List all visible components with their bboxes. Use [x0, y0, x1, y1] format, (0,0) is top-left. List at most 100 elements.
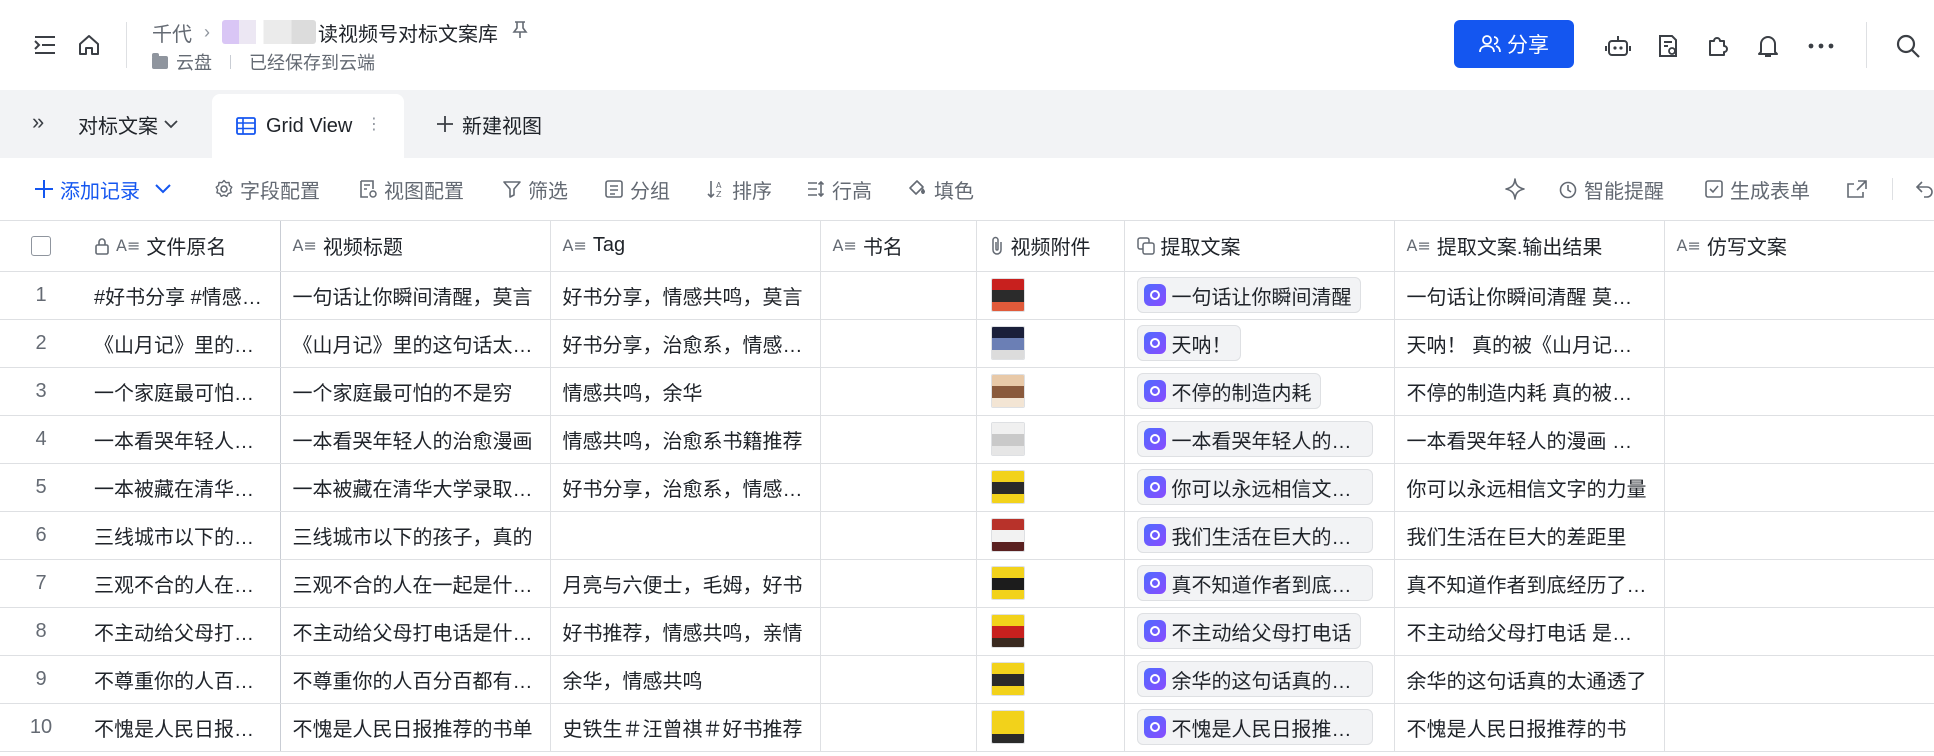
cell-video-title[interactable]: 不主动给父母打电话是什么心理: [280, 607, 551, 656]
cell-file-name[interactable]: 一本被藏在清华大学录取书单: [82, 463, 281, 512]
ai-output-chip[interactable]: 真不知道作者到底经历了什么: [1136, 565, 1373, 601]
cell-attachment[interactable]: [976, 655, 1125, 704]
field-config-button[interactable]: 字段配置: [214, 176, 320, 203]
add-record-button[interactable]: 添加记录: [34, 176, 172, 203]
cell-attachment[interactable]: [976, 463, 1125, 512]
cell-extract-result[interactable]: 一本看哭年轻人的漫画 治愈: [1394, 415, 1665, 464]
video-thumbnail[interactable]: [990, 326, 1025, 360]
chevron-down-icon[interactable]: [154, 183, 172, 195]
cell-tag[interactable]: 好书推荐，情感共鸣，亲情: [550, 607, 821, 656]
table-row[interactable]: 8 不主动给父母打电话 不主动给父母打电话是什么心理 好书推荐，情感共鸣，亲情 不主动给…: [0, 607, 1934, 656]
cell-extract-result[interactable]: 余华的这句话真的太通透了: [1394, 655, 1665, 704]
cell-extract[interactable]: 不愧是人民日报推荐的: [1124, 703, 1395, 752]
filter-button[interactable]: 筛选: [502, 176, 568, 203]
cell-rewrite[interactable]: [1664, 367, 1934, 416]
cell-file-name[interactable]: 不尊重你的人百分百都: [82, 655, 281, 704]
cell-rewrite[interactable]: [1664, 415, 1934, 464]
smart-reminder-button[interactable]: 智能提醒: [1558, 176, 1664, 203]
plugin-icon[interactable]: [1704, 32, 1732, 60]
cell-extract[interactable]: 一句话让你瞬间清醒: [1124, 271, 1395, 320]
cell-extract[interactable]: 真不知道作者到底经历了什么: [1124, 559, 1395, 608]
doc-title[interactable]: 读视频号对标文案库: [318, 18, 498, 47]
cell-extract[interactable]: 天呐！: [1124, 319, 1395, 368]
row-number[interactable]: 6: [0, 511, 82, 560]
column-header-rewrite[interactable]: A≡ 仿写文案: [1664, 221, 1934, 272]
cell-extract[interactable]: 余华的这句话真的太通透了: [1124, 655, 1395, 704]
row-number[interactable]: 9: [0, 655, 82, 704]
cell-attachment[interactable]: [976, 511, 1125, 560]
row-number[interactable]: 4: [0, 415, 82, 464]
ai-output-chip[interactable]: 不停的制造内耗: [1136, 373, 1321, 409]
cell-file-name[interactable]: 一个家庭最可怕的不是穷: [82, 367, 281, 416]
video-thumbnail[interactable]: [990, 278, 1025, 312]
cell-file-name[interactable]: 一本看哭年轻人的治愈漫画: [82, 415, 281, 464]
cell-video-title[interactable]: 一本看哭年轻人的治愈漫画: [280, 415, 551, 464]
video-thumbnail[interactable]: [990, 710, 1025, 744]
ai-output-chip[interactable]: 你可以永远相信文字的力量: [1136, 469, 1373, 505]
cell-video-title[interactable]: 不愧是人民日报推荐的书单: [280, 703, 551, 752]
column-header-file[interactable]: A≡ 文件原名: [82, 221, 281, 272]
cell-tag[interactable]: [550, 511, 821, 560]
column-header-extract-result[interactable]: A≡ 提取文案.输出结果: [1394, 221, 1665, 272]
video-thumbnail[interactable]: [990, 422, 1025, 456]
video-thumbnail[interactable]: [990, 374, 1025, 408]
video-thumbnail[interactable]: [990, 470, 1025, 504]
cell-tag[interactable]: 情感共鸣，治愈系书籍推荐: [550, 415, 821, 464]
sparkle-ai-button[interactable]: [1504, 176, 1526, 202]
cell-attachment[interactable]: [976, 559, 1125, 608]
bell-icon[interactable]: [1754, 32, 1782, 60]
new-view-button[interactable]: 新建视图: [436, 110, 542, 138]
table-row[interactable]: 10 不愧是人民日报推荐的 不愧是人民日报推荐的书单 史铁生＃汪曾祺＃好书推荐 不愧是人…: [0, 703, 1934, 752]
ai-output-chip[interactable]: 我们生活在巨大的差距里: [1136, 517, 1373, 553]
table-row[interactable]: 9 不尊重你的人百分百都 不尊重你的人百分百都有这些 余华，情感共鸣 余华的这句话真的太…: [0, 655, 1934, 704]
row-number[interactable]: 10: [0, 703, 82, 752]
cell-rewrite[interactable]: [1664, 271, 1934, 320]
column-header-tag[interactable]: A≡ Tag: [550, 221, 821, 272]
table-row[interactable]: 2 《山月记》里的这句话 《山月记》里的这句话太戳人了 好书分享，治愈系，情感共鸣 天呐…: [0, 319, 1934, 368]
cell-extract-result[interactable]: 我们生活在巨大的差距里: [1394, 511, 1665, 560]
cell-tag[interactable]: 情感共鸣，余华: [550, 367, 821, 416]
cell-book[interactable]: [820, 319, 977, 368]
table-row[interactable]: 1 #好书分享 #情感共鸣 一句话让你瞬间清醒，莫言 好书分享，情感共鸣，莫言 一句话让…: [0, 271, 1934, 320]
video-thumbnail[interactable]: [990, 518, 1025, 552]
cell-book[interactable]: [820, 655, 977, 704]
cell-rewrite[interactable]: [1664, 319, 1934, 368]
document-history-icon[interactable]: [1654, 32, 1682, 60]
cell-rewrite[interactable]: [1664, 607, 1934, 656]
cell-book[interactable]: [820, 559, 977, 608]
table-row[interactable]: 6三线城市以下的孩子三线城市以下的孩子，真的 我们生活在巨大的差距里 我们生活在巨大…: [0, 511, 1934, 560]
cell-extract-result[interactable]: 一句话让你瞬间清醒 莫言说: [1394, 271, 1665, 320]
cell-file-name[interactable]: 三线城市以下的孩子: [82, 511, 281, 560]
view-config-button[interactable]: 视图配置: [358, 176, 464, 203]
ai-output-chip[interactable]: 一本看哭年轻人的漫画: [1136, 421, 1373, 457]
cell-file-name[interactable]: 不愧是人民日报推荐的: [82, 703, 281, 752]
doc-location[interactable]: 云盘: [176, 49, 212, 75]
cell-tag[interactable]: 史铁生＃汪曾祺＃好书推荐: [550, 703, 821, 752]
cell-extract[interactable]: 我们生活在巨大的差距里: [1124, 511, 1395, 560]
cell-extract-result[interactable]: 不主动给父母打电话 是因为: [1394, 607, 1665, 656]
table-selector[interactable]: 对标文案: [78, 110, 178, 138]
cell-extract[interactable]: 一本看哭年轻人的漫画: [1124, 415, 1395, 464]
cell-extract-result[interactable]: 不停的制造内耗 真的被掏空了: [1394, 367, 1665, 416]
cell-book[interactable]: [820, 511, 977, 560]
cell-attachment[interactable]: [976, 415, 1125, 464]
cell-rewrite[interactable]: [1664, 511, 1934, 560]
cell-extract-result[interactable]: 你可以永远相信文字的力量: [1394, 463, 1665, 512]
cell-file-name[interactable]: 三观不合的人在一起: [82, 559, 281, 608]
cell-video-title[interactable]: 三观不合的人在一起是什么样: [280, 559, 551, 608]
more-icon[interactable]: [1806, 32, 1836, 60]
cell-rewrite[interactable]: [1664, 703, 1934, 752]
cell-tag[interactable]: 好书分享，治愈系，情感共鸣: [550, 319, 821, 368]
cell-extract[interactable]: 不停的制造内耗: [1124, 367, 1395, 416]
search-icon[interactable]: [1894, 32, 1922, 60]
sidebar-toggle-icon[interactable]: [32, 32, 58, 58]
share-view-button[interactable]: [1846, 176, 1868, 202]
undo-button[interactable]: [1914, 176, 1934, 202]
row-number[interactable]: 1: [0, 271, 82, 320]
cell-book[interactable]: [820, 415, 977, 464]
column-header-extract[interactable]: 提取文案: [1124, 221, 1395, 272]
cell-attachment[interactable]: [976, 367, 1125, 416]
ai-output-chip[interactable]: 天呐！: [1136, 325, 1241, 361]
share-button[interactable]: 分享: [1454, 20, 1574, 68]
ai-output-chip[interactable]: 余华的这句话真的太通透了: [1136, 661, 1373, 697]
